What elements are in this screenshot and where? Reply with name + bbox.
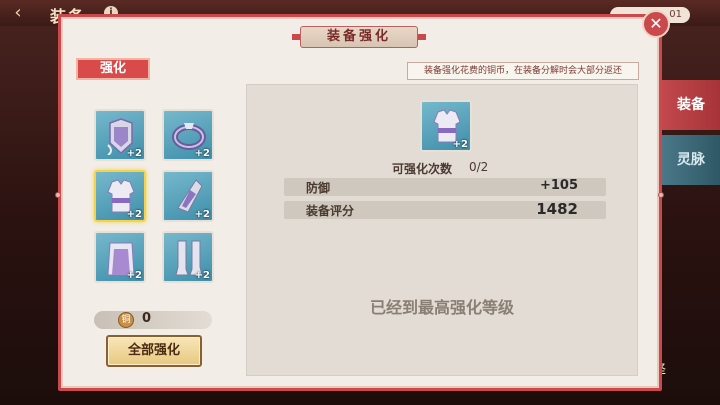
coin-icon: 铜 xyxy=(118,312,134,328)
enhance-times-value: 0/2 xyxy=(469,160,489,174)
panel-decor-dot xyxy=(55,192,61,198)
item-level: +2 xyxy=(126,209,142,220)
coin-bar xyxy=(94,311,212,329)
stat-row-score: 装备评分 1482 xyxy=(284,200,606,219)
enhance-all-button[interactable]: 全部强化 xyxy=(106,335,202,367)
stat-value: 1482 xyxy=(536,200,578,218)
equipment-slot-helmet[interactable]: +2 xyxy=(94,109,146,161)
item-level: +2 xyxy=(452,139,468,150)
stat-row-defense: 防御 +105 xyxy=(284,178,606,196)
item-level: +2 xyxy=(126,270,142,281)
item-level: +2 xyxy=(126,148,142,159)
selected-item-preview: +2 xyxy=(420,100,472,152)
equipment-slot-boots[interactable]: +2 xyxy=(162,231,214,283)
item-level: +2 xyxy=(194,209,210,220)
close-button[interactable]: ✕ xyxy=(642,10,670,38)
equipment-slot-robe[interactable]: +2 xyxy=(94,231,146,283)
equipment-slot-bracelet[interactable]: +2 xyxy=(162,109,214,161)
panel-decor-dot xyxy=(658,192,664,198)
back-icon[interactable]: ‹ xyxy=(6,2,30,24)
hint-text: 装备强化花费的铜币，在装备分解时会大部分返还 xyxy=(407,62,639,80)
stat-label: 防御 xyxy=(306,181,331,195)
max-level-message: 已经到最高强化等级 xyxy=(369,298,514,317)
tab-equipment[interactable]: 装备 xyxy=(662,80,720,130)
stat-label: 装备评分 xyxy=(306,204,355,218)
stat-value: +105 xyxy=(539,178,578,193)
equipment-slot-gauntlet[interactable]: +2 xyxy=(162,170,214,222)
tab-meridian[interactable]: 灵脉 xyxy=(662,135,720,185)
item-level: +2 xyxy=(194,270,210,281)
equipment-slot-armor[interactable]: +2 xyxy=(94,170,146,222)
panel-title: 装备强化 xyxy=(300,26,418,48)
enhance-times-label: 可强化次数 xyxy=(392,162,453,176)
tab-enhance[interactable]: 强化 xyxy=(76,58,150,80)
coin-value: 0 xyxy=(142,311,152,326)
item-level: +2 xyxy=(194,148,210,159)
